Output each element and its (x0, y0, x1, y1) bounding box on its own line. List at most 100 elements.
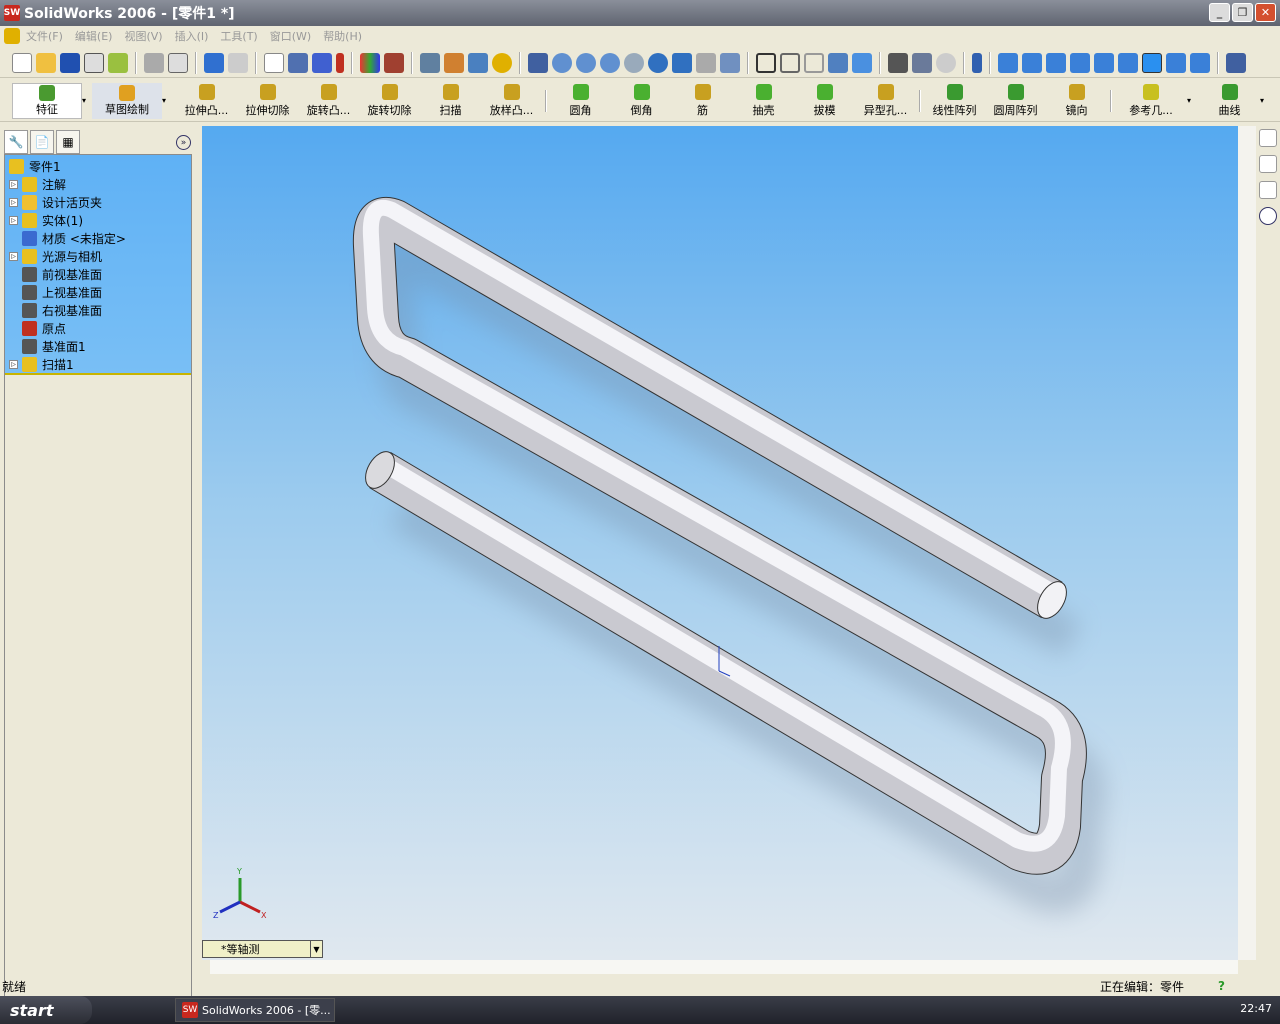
start-button[interactable]: start (0, 996, 92, 1024)
tree-item[interactable]: ▷ 设计活页夹 (9, 193, 102, 211)
feature-manager-tab-icon[interactable]: 🔧 (4, 130, 28, 154)
options-icon[interactable] (420, 52, 440, 73)
shaded-icon[interactable] (852, 52, 872, 73)
normal-to-icon[interactable] (972, 52, 982, 73)
horizontal-scrollbar[interactable] (210, 960, 1238, 974)
tree-root[interactable]: 零件1 (9, 157, 61, 175)
tab-sketch[interactable]: 草图绘制 (92, 82, 162, 119)
features-dropdown-icon[interactable]: ▾ (82, 96, 92, 105)
trimetric-view-icon[interactable] (1166, 52, 1186, 73)
sketch-dropdown-icon[interactable]: ▾ (162, 96, 176, 105)
bottom-view-icon[interactable] (1118, 52, 1138, 73)
shell-button[interactable]: 抽壳 (733, 83, 794, 118)
expand-panel-icon[interactable]: » (176, 135, 191, 150)
hole-wizard-button[interactable]: 异型孔... (855, 83, 916, 118)
texture-icon[interactable] (384, 52, 404, 73)
back-view-icon[interactable] (1022, 52, 1042, 73)
tree-item[interactable]: 上视基准面 (9, 283, 102, 301)
tree-item[interactable]: 前视基准面 (9, 265, 102, 283)
solidworks-resources-icon[interactable] (1259, 129, 1277, 147)
rebuild-icon[interactable] (336, 52, 344, 73)
left-view-icon[interactable] (1046, 52, 1066, 73)
expand-icon[interactable]: ▷ (9, 359, 18, 369)
expand-icon[interactable]: ▷ (9, 251, 18, 261)
menu-file[interactable]: 文件(F) (26, 28, 63, 44)
top-view-icon[interactable] (1094, 52, 1114, 73)
save-icon[interactable] (60, 52, 80, 73)
menu-view[interactable]: 视图(V) (124, 28, 162, 44)
circular-pattern-button[interactable]: 圆周阵列 (985, 83, 1046, 118)
property-manager-tab-icon[interactable]: 📄 (30, 130, 54, 154)
appearance-icon[interactable] (444, 52, 464, 73)
expand-icon[interactable]: ▷ (9, 215, 18, 225)
menu-tools[interactable]: 工具(T) (220, 28, 257, 44)
expand-icon[interactable]: ▷ (9, 179, 18, 189)
view-orientation-select[interactable]: *等轴测 ▼ (202, 940, 323, 958)
rib-button[interactable]: 筋 (672, 83, 733, 118)
print-preview-icon[interactable] (168, 52, 188, 73)
zoom-to-fit-icon[interactable] (552, 52, 572, 73)
hidden-lines-visible-icon[interactable] (780, 52, 800, 73)
isometric-view-icon[interactable] (1142, 52, 1162, 73)
close-button[interactable]: ✕ (1255, 3, 1276, 22)
expand-icon[interactable]: ▷ (9, 197, 18, 207)
hidden-lines-removed-icon[interactable] (804, 52, 824, 73)
help-icon[interactable] (492, 52, 512, 73)
collapse-task-pane-icon[interactable] (1259, 207, 1277, 225)
select-icon[interactable] (264, 52, 284, 73)
standard-views-icon[interactable] (720, 52, 740, 73)
realview-icon[interactable] (936, 52, 956, 73)
vertical-scrollbar[interactable] (1238, 126, 1256, 960)
properties-icon[interactable] (468, 52, 488, 73)
shaded-with-edges-icon[interactable] (828, 52, 848, 73)
linear-pattern-button[interactable]: 线性阵列 (924, 83, 985, 118)
restore-button[interactable]: ❐ (1232, 3, 1253, 22)
sweep-button[interactable]: 扫描 (420, 83, 481, 118)
undo-icon[interactable] (204, 52, 224, 73)
help-icon[interactable]: ? (1218, 979, 1225, 993)
tab-features[interactable]: 特征 (12, 82, 82, 119)
file-explorer-icon[interactable] (1259, 181, 1277, 199)
curves-dropdown-icon[interactable]: ▾ (1260, 96, 1272, 105)
zoom-to-area-icon[interactable] (576, 52, 596, 73)
shadows-icon[interactable] (888, 52, 908, 73)
menu-insert[interactable]: 插入(I) (175, 28, 209, 44)
open-icon[interactable] (36, 52, 56, 73)
menu-help[interactable]: 帮助(H) (323, 28, 362, 44)
curves-button[interactable]: 曲线 (1199, 83, 1260, 118)
section-view-icon[interactable] (912, 52, 932, 73)
menu-window[interactable]: 窗口(W) (270, 28, 311, 44)
tree-item[interactable]: ▷ 扫描1 (9, 355, 74, 373)
tree-item[interactable]: ▷ 光源与相机 (9, 247, 102, 265)
extruded-boss-button[interactable]: 拉伸凸... (176, 83, 237, 118)
extruded-cut-button[interactable]: 拉伸切除 (237, 83, 298, 118)
tree-item[interactable]: 右视基准面 (9, 301, 102, 319)
reference-geometry-button[interactable]: 参考几... (1115, 83, 1187, 118)
fillet-button[interactable]: 圆角 (550, 83, 611, 118)
revolved-boss-button[interactable]: 旋转凸... (298, 83, 359, 118)
tree-item[interactable]: ▷ 注解 (9, 175, 66, 193)
pan-icon[interactable] (672, 52, 692, 73)
right-view-icon[interactable] (1070, 52, 1090, 73)
taskbar-item-solidworks[interactable]: SW SolidWorks 2006 - [零... (175, 998, 335, 1022)
new-icon[interactable] (12, 52, 32, 73)
wireframe-icon[interactable] (756, 52, 776, 73)
reference-dropdown-icon[interactable]: ▾ (1187, 96, 1199, 105)
tree-item[interactable]: 原点 (9, 319, 66, 337)
draft-button[interactable]: 拔模 (794, 83, 855, 118)
mirror-button[interactable]: 镜向 (1046, 83, 1107, 118)
zoom-to-selection-icon[interactable] (624, 52, 644, 73)
3d-drawing-icon[interactable] (696, 52, 716, 73)
chamfer-button[interactable]: 倒角 (611, 83, 672, 118)
make-assembly-icon[interactable] (108, 52, 128, 73)
configuration-manager-tab-icon[interactable]: ▦ (56, 130, 80, 154)
tree-item[interactable]: 基准面1 (9, 337, 86, 355)
loft-button[interactable]: 放样凸... (481, 83, 542, 118)
front-view-icon[interactable] (998, 52, 1018, 73)
selection-filter-icon[interactable] (288, 52, 308, 73)
dimetric-view-icon[interactable] (1190, 52, 1210, 73)
redo-icon[interactable] (228, 52, 248, 73)
design-library-icon[interactable] (1259, 155, 1277, 173)
sketch-icon[interactable] (312, 52, 332, 73)
tree-item[interactable]: 材质 <未指定> (9, 229, 126, 247)
